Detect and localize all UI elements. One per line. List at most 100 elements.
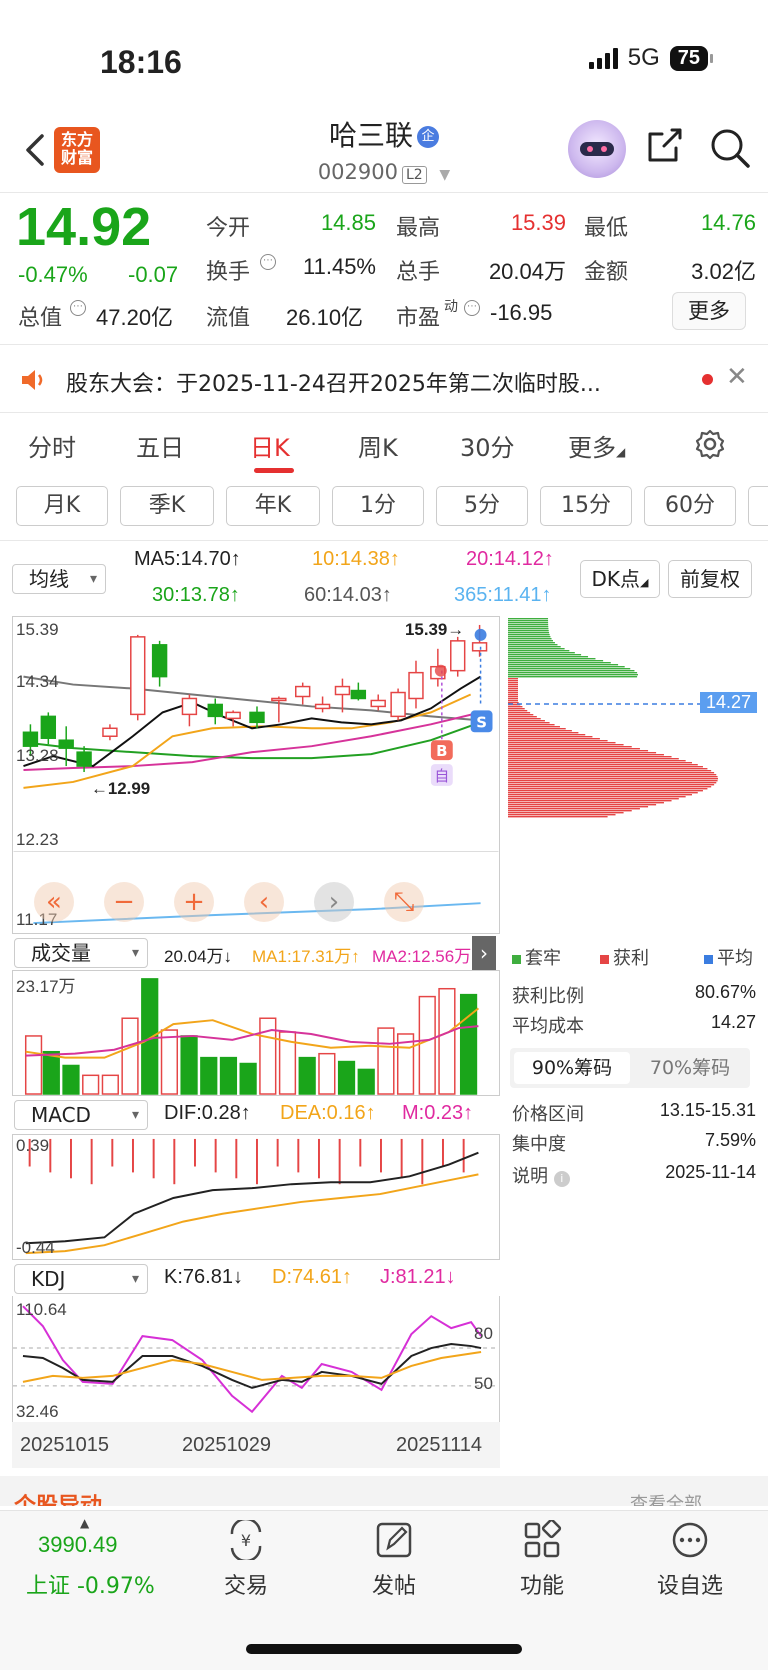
search-icon[interactable] <box>708 126 752 170</box>
chip-bar <box>508 814 616 816</box>
subtab-quarterly[interactable]: 季K <box>120 486 214 526</box>
chip-bar <box>508 618 549 620</box>
chip-bar <box>508 756 672 758</box>
turnover-value: 11.45% <box>303 254 376 279</box>
chip-bar <box>508 748 640 750</box>
more-quote-button[interactable]: 更多 <box>672 292 746 330</box>
candle-body <box>225 711 241 720</box>
candle-body <box>102 727 118 737</box>
tab-daily-k[interactable]: 日K <box>250 428 290 463</box>
info-icon[interactable]: ⋯ <box>70 300 86 316</box>
change-amount: -0.07 <box>128 262 179 287</box>
chip-bar <box>508 694 518 696</box>
nav-post-label: 发帖 <box>371 1574 416 1599</box>
volume-indicator-select[interactable]: 成交量 <box>14 938 148 968</box>
subtab-yearly[interactable]: 年K <box>226 486 320 526</box>
volume-bar <box>42 1050 60 1095</box>
subtab-1min[interactable]: 1分 <box>332 486 424 526</box>
dropdown-caret-icon: ▼ <box>439 167 451 183</box>
chip-bar <box>508 706 523 708</box>
zoom-out-button[interactable]: − <box>104 882 144 922</box>
share-icon[interactable] <box>644 126 684 166</box>
chip-bar <box>508 744 624 746</box>
subtab-monthly[interactable]: 月K <box>16 486 108 526</box>
sell-signal-text: S <box>476 713 487 731</box>
dk-point-button[interactable]: DK点◢ <box>580 560 660 598</box>
chip-distribution-chart[interactable] <box>508 616 760 936</box>
adjust-button[interactable]: 前复权 <box>668 560 752 598</box>
chip-bar <box>508 672 638 674</box>
volume-bar <box>82 1074 100 1095</box>
home-indicator <box>246 1644 522 1654</box>
assistant-avatar[interactable] <box>568 120 626 178</box>
chip-bar <box>508 628 549 630</box>
settings-icon[interactable] <box>694 428 726 460</box>
chip-bar <box>508 808 640 810</box>
chip-bar <box>508 698 518 700</box>
candle-body <box>390 691 406 718</box>
tab-30min[interactable]: 30分 <box>460 428 515 463</box>
chip-bar <box>508 638 552 640</box>
info-icon[interactable]: i <box>553 1171 570 1187</box>
kdj-level-80: 80 <box>474 1324 493 1343</box>
chip-bar <box>508 740 608 742</box>
candle-body <box>408 671 424 700</box>
macd-dif: DIF:0.28↑ <box>164 1102 251 1124</box>
macd-chart[interactable] <box>12 1134 500 1260</box>
index-value[interactable]: 3990.49 <box>38 1532 118 1558</box>
candle-body <box>207 703 223 718</box>
avg-cost-value: 14.27 <box>710 1012 756 1032</box>
scroll-right-button[interactable]: › <box>314 882 354 922</box>
chip-bar <box>508 742 616 744</box>
chip-bar <box>508 770 712 772</box>
level2-badge: L2 <box>401 166 427 184</box>
nav-add-watchlist[interactable]: 设自选 <box>630 1520 750 1600</box>
nav-trade[interactable]: ¥ 交易 <box>186 1517 306 1600</box>
low-value: 14.76 <box>700 210 756 235</box>
macd-indicator-select[interactable]: MACD <box>14 1100 148 1130</box>
indicator-select[interactable]: 均线 <box>12 564 106 594</box>
info-icon[interactable]: ⋯ <box>260 254 276 270</box>
notice-divider <box>0 412 768 413</box>
tab-five-day[interactable]: 五日 <box>136 428 184 463</box>
info-icon[interactable]: ⋯ <box>464 300 480 316</box>
tab-more[interactable]: 更多◢ <box>568 428 625 463</box>
volume-label: 总手 <box>396 260 441 285</box>
kdj-chart[interactable] <box>12 1296 500 1422</box>
chip-bar <box>508 688 518 690</box>
volume-chart[interactable] <box>12 970 500 1096</box>
kdj-indicator-select[interactable]: KDJ <box>14 1264 148 1294</box>
chip-tab-70[interactable]: 70%筹码 <box>632 1052 748 1084</box>
chip-bar <box>508 772 715 774</box>
tab-more-label: 更多 <box>568 434 616 462</box>
view-all-link[interactable]: 查看全部 <box>630 1490 702 1506</box>
scroll-left-button[interactable]: ‹ <box>244 882 284 922</box>
dea-line <box>25 1173 479 1255</box>
high-marker: 15.39→ <box>405 620 464 639</box>
nav-functions[interactable]: 功能 <box>482 1518 602 1600</box>
open-label: 今开 <box>206 216 251 241</box>
volume-bar <box>200 1056 218 1095</box>
subtab-5min[interactable]: 5分 <box>436 486 528 526</box>
scroll-left-fast-button[interactable]: « <box>34 882 74 922</box>
chip-bar <box>508 660 604 662</box>
zoom-in-button[interactable]: + <box>174 882 214 922</box>
status-icons: 5G 75 <box>588 44 714 72</box>
subtab-15min[interactable]: 15分 <box>540 486 632 526</box>
change-percent: -0.47% <box>18 262 88 287</box>
tab-weekly-k[interactable]: 周K <box>358 428 398 463</box>
chip-tab-90[interactable]: 90%筹码 <box>514 1052 630 1084</box>
index-label[interactable]: 上证 -0.97% <box>26 1568 155 1600</box>
tab-intraday[interactable]: 分时 <box>28 428 76 463</box>
notice-text[interactable]: 股东大会：于2025-11-24召开2025年第二次临时股... <box>66 366 676 398</box>
subtab-overflow[interactable] <box>748 486 768 526</box>
expand-arrow-icon[interactable]: › <box>472 936 496 970</box>
date-mid: 20251029 <box>182 1434 271 1456</box>
vol-value: 20.04万↓ <box>164 947 233 966</box>
candle-body <box>22 731 39 747</box>
close-icon[interactable]: ✕ <box>726 362 748 392</box>
chip-bar <box>508 712 531 714</box>
fullscreen-button[interactable]: ⤡ <box>384 882 424 922</box>
nav-post[interactable]: 发帖 <box>334 1520 454 1600</box>
subtab-60min[interactable]: 60分 <box>644 486 736 526</box>
